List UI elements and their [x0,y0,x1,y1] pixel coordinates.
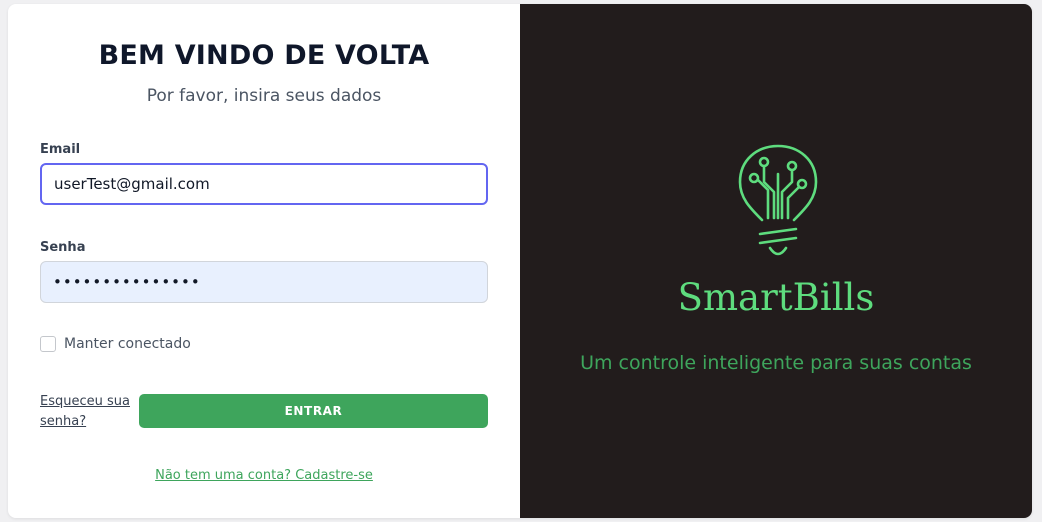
email-field[interactable] [40,163,488,205]
login-form-panel: BEM VINDO DE VOLTA Por favor, insira seu… [8,4,520,518]
page-title: BEM VINDO DE VOLTA [98,40,430,71]
password-label: Senha [40,240,86,255]
brand-panel: SmartBills Um controle inteligente para … [520,4,1032,518]
remember-checkbox[interactable] [40,336,56,352]
brand-name: SmartBills [677,276,875,319]
lightbulb-circuit-icon [738,144,818,256]
login-button[interactable]: ENTRAR [139,394,488,428]
password-field[interactable] [40,261,488,303]
login-card: BEM VINDO DE VOLTA Por favor, insira seu… [8,4,1032,518]
brand-tagline: Um controle inteligente para suas contas [580,352,972,374]
page-subtitle: Por favor, insira seus dados [146,86,382,106]
remember-me[interactable]: Manter conectado [40,336,191,352]
remember-label: Manter conectado [64,336,191,352]
signup-link[interactable]: Não tem uma conta? Cadastre-se [8,468,520,483]
email-label: Email [40,142,81,157]
forgot-password-link[interactable]: Esqueceu sua senha? [40,392,136,432]
